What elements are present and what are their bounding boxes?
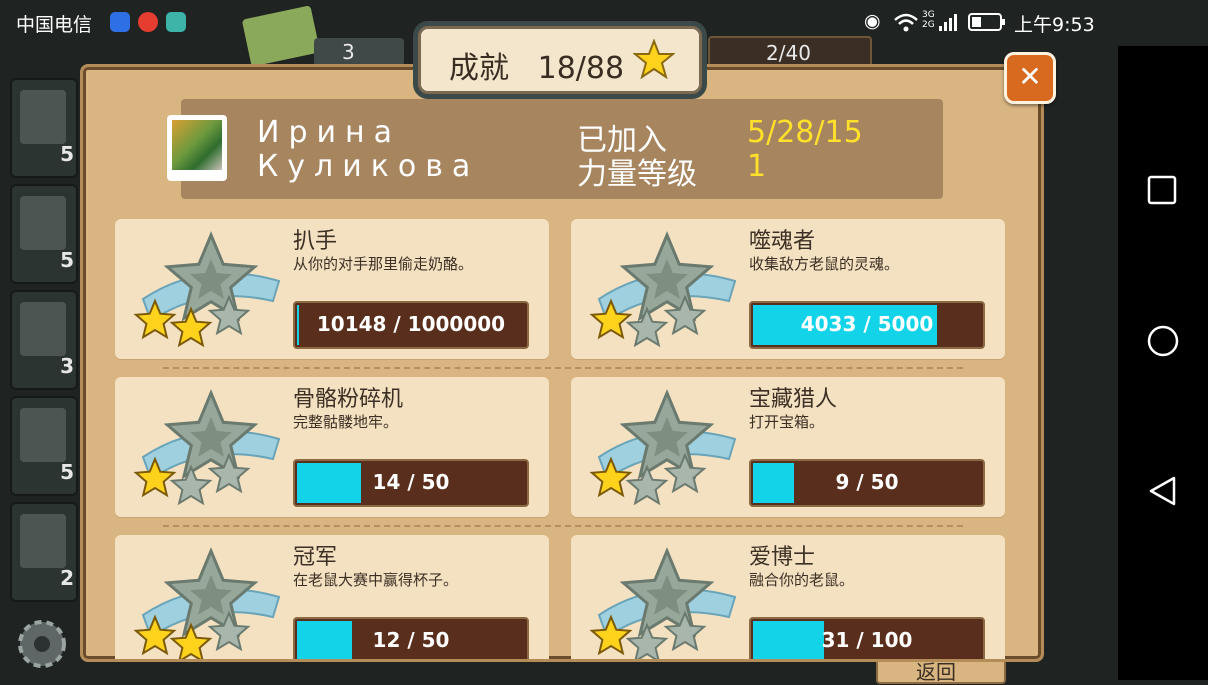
achievement-count: 18/88 bbox=[537, 51, 625, 86]
achievement-progress-bar: 10148 / 1000000 bbox=[293, 301, 529, 349]
progress-text: 31 / 100 bbox=[821, 628, 913, 652]
progress-text: 10148 / 1000000 bbox=[316, 312, 506, 336]
progress-text: 9 / 50 bbox=[835, 470, 899, 494]
network-label: 3G 2G bbox=[922, 10, 935, 30]
power-level-label: 力量等级 bbox=[577, 157, 697, 192]
achievement-card[interactable]: 扒手 从你的对手那里偷走奶酪。 10148 / 1000000 bbox=[115, 219, 549, 359]
progress-text: 14 / 50 bbox=[372, 470, 450, 494]
achievement-description: 融合你的老鼠。 bbox=[749, 571, 855, 589]
clock: 上午9:53 bbox=[1014, 14, 1095, 36]
achievement-description: 打开宝箱。 bbox=[749, 413, 825, 431]
achievement-stars-icon bbox=[133, 389, 281, 506]
eye-icon: ◉ bbox=[864, 10, 881, 32]
side-slot[interactable]: 2 bbox=[10, 502, 78, 602]
achievement-title: 噬魂者 bbox=[749, 229, 816, 254]
achievement-stars-icon bbox=[589, 547, 737, 659]
achievement-title: 爱博士 bbox=[749, 545, 816, 570]
close-icon: ✕ bbox=[1018, 60, 1042, 93]
carrier-label: 中国电信 bbox=[16, 14, 93, 36]
side-slot[interactable]: 5 bbox=[10, 184, 78, 284]
achievement-stars-icon bbox=[133, 231, 281, 348]
achievement-card[interactable]: 噬魂者 收集敌方老鼠的灵魂。 4033 / 5000 bbox=[571, 219, 1005, 359]
achievement-card[interactable]: 骨骼粉碎机 完整骷髅地牢。 14 / 50 bbox=[115, 377, 549, 517]
close-button[interactable]: ✕ bbox=[1004, 52, 1056, 104]
achievement-progress-bar: 9 / 50 bbox=[749, 459, 985, 507]
top-count: 3 bbox=[342, 40, 355, 64]
home-button[interactable] bbox=[1146, 324, 1180, 358]
player-name-line1: Ирина bbox=[257, 115, 401, 150]
star-icon bbox=[633, 39, 675, 79]
signal-icon bbox=[939, 14, 957, 31]
top-counter-box: 3 bbox=[314, 38, 404, 66]
weibo-icon bbox=[138, 12, 158, 32]
side-slot[interactable]: 5 bbox=[10, 396, 78, 496]
achievement-description: 收集敌方老鼠的灵魂。 bbox=[749, 255, 900, 273]
achievements-panel: Ирина Куликова 已加入 力量等级 5/28/15 1 扒手 从你的… bbox=[80, 64, 1044, 662]
profile-card: Ирина Куликова 已加入 力量等级 5/28/15 1 bbox=[167, 99, 943, 199]
achievement-card[interactable]: 宝藏猎人 打开宝箱。 9 / 50 bbox=[571, 377, 1005, 517]
achievement-description: 从你的对手那里偷走奶酪。 bbox=[293, 255, 474, 273]
battery-icon bbox=[968, 13, 1005, 31]
wifi-icon bbox=[894, 13, 918, 32]
achievement-progress-bar: 31 / 100 bbox=[749, 617, 985, 659]
achievement-progress-bar: 4033 / 5000 bbox=[749, 301, 985, 349]
avatar bbox=[167, 115, 227, 181]
achievement-title: 冠军 bbox=[293, 545, 338, 570]
side-slot[interactable]: 5 bbox=[10, 78, 78, 178]
back-button[interactable] bbox=[1146, 474, 1180, 508]
achievement-stars-icon bbox=[133, 547, 281, 659]
player-name-line2: Куликова bbox=[257, 149, 480, 184]
achievement-description: 完整骷髅地牢。 bbox=[293, 413, 399, 431]
navigation-bar bbox=[1118, 46, 1208, 680]
achievement-title: 宝藏猎人 bbox=[749, 387, 838, 412]
side-slot[interactable]: 3 bbox=[10, 290, 78, 390]
joined-date: 5/28/15 bbox=[747, 115, 863, 150]
achievement-card[interactable]: 冠军 在老鼠大赛中赢得杯子。 12 / 50 bbox=[115, 535, 549, 659]
achievement-stars-icon bbox=[589, 231, 737, 348]
baidu-icon bbox=[110, 12, 130, 32]
achievement-title: 骨骼粉碎机 bbox=[293, 387, 404, 412]
achievement-progress-bar: 14 / 50 bbox=[293, 459, 529, 507]
top-right-count: 2/40 bbox=[766, 41, 811, 65]
settings-gear-icon[interactable] bbox=[12, 614, 72, 674]
play-icon bbox=[166, 12, 186, 32]
achievement-description: 在老鼠大赛中赢得杯子。 bbox=[293, 571, 459, 589]
progress-text: 12 / 50 bbox=[372, 628, 450, 652]
achievement-progress-bar: 12 / 50 bbox=[293, 617, 529, 659]
achievement-card[interactable]: 爱博士 融合你的老鼠。 31 / 100 bbox=[571, 535, 1005, 659]
recent-apps-button[interactable] bbox=[1146, 174, 1180, 208]
title-tab: 成就 18/88 bbox=[418, 26, 702, 94]
achievement-title: 扒手 bbox=[293, 229, 338, 254]
progress-text: 4033 / 5000 bbox=[800, 312, 934, 336]
power-level-value: 1 bbox=[747, 149, 767, 184]
page-title: 成就 18/88 bbox=[449, 51, 625, 86]
achievement-stars-icon bbox=[589, 389, 737, 506]
